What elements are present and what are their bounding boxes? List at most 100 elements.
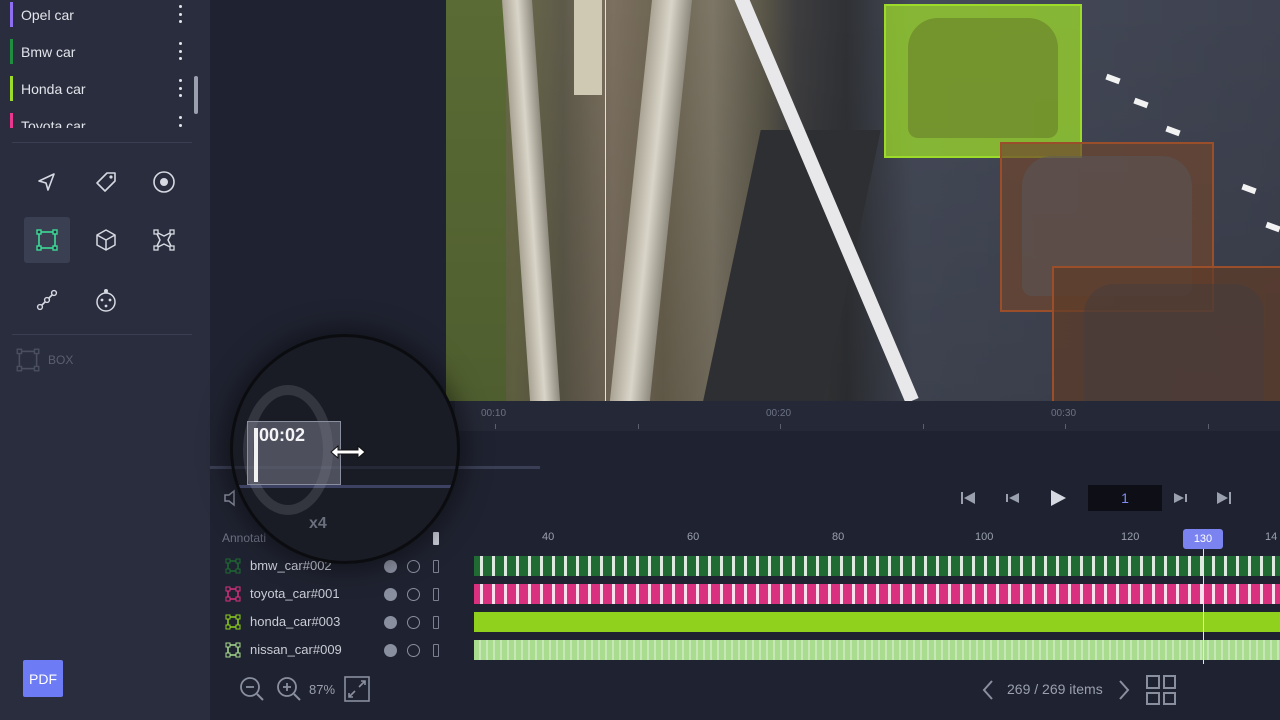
class-label: Bmw car — [21, 43, 76, 60]
fit-to-screen-icon[interactable] — [343, 675, 371, 703]
cube-icon — [96, 229, 116, 251]
polygon-box-icon — [153, 229, 175, 251]
skip-to-end-icon[interactable] — [1214, 487, 1234, 509]
outline-toggle-icon[interactable] — [407, 644, 420, 657]
current-time: 00:02 — [259, 425, 306, 445]
track-bar[interactable] — [474, 556, 1280, 576]
track-name: honda_car#003 — [250, 614, 341, 629]
current-frame-badge[interactable]: 130 — [1183, 529, 1223, 549]
track-row-honda[interactable]: honda_car#003 — [222, 610, 1280, 634]
outline-toggle-icon[interactable] — [407, 588, 420, 601]
visibility-toggle-icon[interactable] — [384, 616, 397, 629]
track-row-toyota[interactable]: toyota_car#001 — [222, 582, 1280, 606]
polygon-tool-button[interactable] — [24, 159, 70, 205]
play-icon[interactable] — [1047, 487, 1069, 509]
polyline-icon — [36, 289, 58, 311]
line-tool-button[interactable] — [24, 277, 70, 323]
more-options-icon[interactable] — [178, 5, 182, 23]
class-color-bar — [10, 39, 13, 64]
visibility-toggle-icon[interactable] — [384, 644, 397, 657]
more-options-icon[interactable] — [178, 79, 182, 97]
chevron-left-icon[interactable] — [980, 678, 996, 702]
bounding-box-icon — [16, 348, 40, 372]
more-options-icon[interactable] — [178, 116, 182, 128]
zoom-percentage: 87% — [309, 682, 336, 697]
frame-tick-label: 60 — [687, 531, 700, 543]
divider — [12, 142, 192, 143]
divider — [12, 334, 192, 335]
ruler-label: 00:10 — [481, 408, 507, 419]
timeline-playhead[interactable] — [1203, 549, 1204, 664]
zoom-in-icon[interactable] — [275, 675, 303, 703]
class-color-bar — [10, 76, 13, 101]
next-frame-icon[interactable] — [1170, 487, 1190, 509]
visibility-toggle-icon[interactable] — [384, 588, 397, 601]
grid-view-icon[interactable] — [1146, 675, 1176, 705]
car — [908, 18, 1058, 138]
honda-car-bounding-box[interactable] — [884, 4, 1082, 158]
bounding-box-icon — [225, 614, 241, 630]
lock-icon[interactable] — [433, 644, 439, 657]
polybox-tool-button[interactable] — [141, 217, 187, 263]
point-tool-button[interactable] — [141, 159, 187, 205]
track-row-nissan[interactable]: nissan_car#009 — [222, 638, 1280, 662]
previous-frame-icon[interactable] — [1003, 487, 1023, 509]
resize-horizontal-cursor-icon — [330, 444, 366, 460]
timeline-ruler[interactable] — [455, 401, 1280, 431]
class-item-honda[interactable]: Honda car — [0, 70, 200, 107]
class-item-bmw[interactable]: Bmw car — [0, 33, 200, 70]
track-name: nissan_car#009 — [250, 642, 342, 657]
skip-to-start-icon[interactable] — [958, 487, 978, 509]
selected-tool-indicator: BOX — [14, 346, 73, 374]
frame-tick-label: 120 — [1121, 531, 1140, 543]
bounding-box-icon — [36, 229, 58, 251]
class-item-opel[interactable]: Opel car — [0, 0, 200, 33]
crosshair-line — [605, 0, 606, 401]
lock-icon[interactable] — [433, 616, 439, 629]
zoom-out-icon[interactable] — [238, 675, 266, 703]
track-bar[interactable] — [474, 640, 1280, 660]
class-color-bar — [10, 2, 13, 27]
playhead-handle[interactable] — [254, 428, 258, 482]
frame-tick-label: 40 — [542, 531, 555, 543]
visibility-toggle-icon[interactable] — [384, 560, 397, 573]
lock-all-icon[interactable] — [433, 532, 439, 545]
track-name: toyota_car#001 — [250, 586, 340, 601]
outline-toggle-icon[interactable] — [407, 560, 420, 573]
class-list: Opel car Bmw car Honda car Toyota car — [0, 0, 200, 128]
navigation-arrow-icon — [38, 173, 55, 191]
car-bounding-box[interactable] — [1052, 266, 1280, 401]
pdf-button[interactable]: PDF — [23, 660, 63, 697]
class-label: Toyota car — [21, 117, 86, 129]
skeleton-icon — [96, 289, 116, 312]
box-tool-button[interactable] — [24, 217, 70, 263]
class-list-scrollbar[interactable] — [194, 76, 198, 114]
speed-label[interactable]: x4 — [309, 515, 327, 533]
video-frame[interactable] — [446, 0, 1280, 401]
outline-toggle-icon[interactable] — [407, 616, 420, 629]
track-bar[interactable] — [474, 612, 1280, 632]
frame-tick-label: 100 — [975, 531, 994, 543]
post — [574, 0, 602, 95]
frame-number-input[interactable]: 1 — [1088, 485, 1162, 511]
class-item-toyota[interactable]: Toyota car — [0, 107, 200, 128]
lock-icon[interactable] — [433, 588, 439, 601]
chevron-right-icon[interactable] — [1116, 678, 1132, 702]
ruler-label: 00:20 — [766, 408, 792, 419]
skeleton-tool-button[interactable] — [83, 277, 129, 323]
annotations-header: Annotati — [222, 531, 267, 545]
tag-tool-button[interactable] — [83, 159, 129, 205]
frame-tick-label: 80 — [832, 531, 845, 543]
selected-tool-label: BOX — [48, 353, 74, 367]
class-label: Opel car — [21, 6, 74, 23]
bounding-box-icon — [225, 642, 241, 658]
track-bar[interactable] — [474, 584, 1280, 604]
lock-icon[interactable] — [433, 560, 439, 573]
class-label: Honda car — [21, 80, 86, 97]
ruler-label: 00:30 — [1051, 408, 1077, 419]
target-point-icon — [153, 171, 175, 193]
cuboid-tool-button[interactable] — [83, 217, 129, 263]
left-sidebar: Opel car Bmw car Honda car Toyota car BO… — [0, 0, 210, 720]
items-counter: 269 / 269 items — [1007, 681, 1103, 697]
more-options-icon[interactable] — [178, 42, 182, 60]
